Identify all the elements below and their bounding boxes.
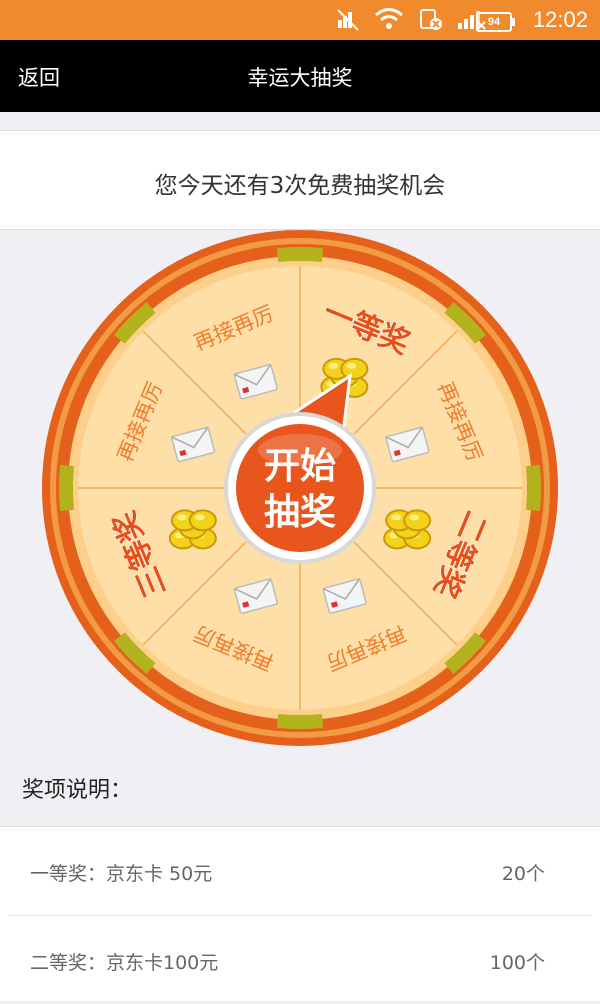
coin-shine bbox=[176, 514, 187, 521]
clock: 12:02 bbox=[532, 7, 588, 32]
coin-shine bbox=[328, 362, 339, 369]
prize-name: 一等奖：京东卡 50元 bbox=[30, 863, 213, 885]
start-button-label[interactable]: 抽奖 bbox=[264, 492, 336, 533]
wheel-rim-marker bbox=[525, 464, 541, 512]
prize-row: 二等奖：京东卡100元 100个 bbox=[0, 916, 600, 1004]
prize-count: 20个 bbox=[501, 863, 545, 885]
battery-level: 94 bbox=[487, 16, 501, 28]
rules-title: 奖项说明： bbox=[22, 778, 133, 803]
wheel-rim-marker bbox=[276, 713, 324, 729]
coin-shine bbox=[346, 362, 357, 369]
coin-stack-icon bbox=[383, 509, 432, 550]
prize-name: 二等奖：京东卡100元 bbox=[30, 952, 219, 974]
sim-icon bbox=[420, 9, 442, 30]
wifi-icon bbox=[375, 8, 403, 29]
prize-row: 一等奖：京东卡 50元 20个 bbox=[0, 827, 600, 915]
coin-shine bbox=[409, 514, 420, 521]
wheel-segment-icon-holder bbox=[168, 509, 217, 550]
battery-icon: 94 bbox=[476, 12, 515, 32]
prize-count: 100个 bbox=[489, 952, 545, 974]
coin bbox=[188, 509, 217, 532]
coin bbox=[403, 509, 432, 532]
chance-notice-text: 您今天还有3次免费抽奖机会 bbox=[154, 173, 446, 199]
lottery-wheel-area: 一等奖 再接再厉 二等奖 再接再厉 再接再厉 三等奖 再接再厉 再接再厉 开始 抽奖 bbox=[0, 230, 600, 770]
chance-notice: 您今天还有3次免费抽奖机会 bbox=[0, 130, 600, 230]
page-title: 幸运大抽奖 bbox=[247, 66, 353, 90]
start-button-label[interactable]: 开始 bbox=[264, 446, 336, 487]
wheel-rim-marker bbox=[59, 464, 75, 512]
coin bbox=[340, 357, 369, 380]
wheel-segment-icon-holder bbox=[383, 509, 432, 550]
coin-stack-icon bbox=[168, 509, 217, 550]
mute-icon bbox=[337, 9, 359, 31]
coin-shine bbox=[391, 514, 402, 521]
wheel-rim-marker bbox=[276, 247, 324, 263]
lottery-wheel: 一等奖再接再厉二等奖再接再厉再接再厉三等奖再接再厉再接再厉开始抽奖 bbox=[42, 230, 558, 746]
title-bar: 返回 幸运大抽奖 bbox=[0, 40, 600, 112]
coin-shine bbox=[194, 514, 205, 521]
prize-list: 一等奖：京东卡 50元 20个 二等奖：京东卡100元 100个 bbox=[0, 826, 600, 1001]
status-bar: 94 12:02 bbox=[0, 0, 600, 40]
